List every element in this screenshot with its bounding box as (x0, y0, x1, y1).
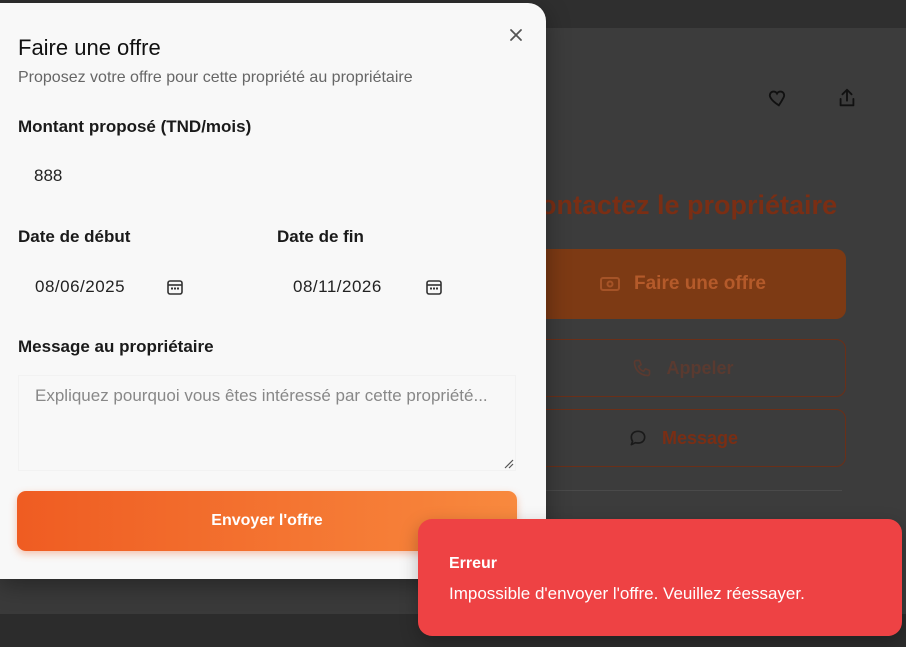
close-icon (510, 29, 522, 41)
toast-title: Erreur (449, 555, 498, 572)
error-toast[interactable]: Erreur Impossible d'envoyer l'offre. Veu… (418, 519, 902, 636)
dialog-subtitle: Proposez votre offre pour cette propriét… (18, 69, 413, 86)
end-date-label: Date de fin (277, 227, 364, 246)
dialog-title: Faire une offre (18, 35, 161, 60)
money-icon (600, 277, 620, 291)
resize-handle-icon[interactable] (503, 458, 514, 469)
share-icon[interactable] (836, 87, 858, 109)
close-button[interactable] (506, 25, 526, 45)
make-offer-button[interactable]: Faire une offre (520, 249, 846, 319)
start-date-input[interactable]: 08/06/2025 (35, 267, 125, 307)
divider (540, 490, 842, 491)
message-textarea[interactable] (18, 375, 516, 471)
message-label: Message au propriétaire (18, 337, 214, 356)
heart-icon[interactable] (766, 87, 788, 109)
chat-icon (630, 430, 646, 446)
make-offer-label: Faire une offre (634, 273, 766, 294)
start-date-label: Date de début (18, 227, 131, 246)
toast-message: Impossible d'envoyer l'offre. Veuillez r… (449, 584, 805, 603)
contact-owner-heading: ontactez le propriétaire (540, 190, 838, 220)
end-date-input[interactable]: 08/11/2026 (293, 267, 382, 307)
message-button[interactable]: Message (520, 409, 846, 467)
calendar-icon[interactable] (425, 278, 443, 296)
call-button[interactable]: Appeler (520, 339, 846, 397)
call-label: Appeler (666, 357, 734, 378)
amount-input[interactable] (18, 155, 516, 197)
amount-label: Montant proposé (TND/mois) (18, 117, 252, 136)
calendar-icon[interactable] (166, 278, 184, 296)
phone-icon (634, 359, 651, 377)
message-label: Message (661, 427, 739, 448)
offer-dialog: Faire une offre Proposez votre offre pou… (0, 3, 546, 579)
